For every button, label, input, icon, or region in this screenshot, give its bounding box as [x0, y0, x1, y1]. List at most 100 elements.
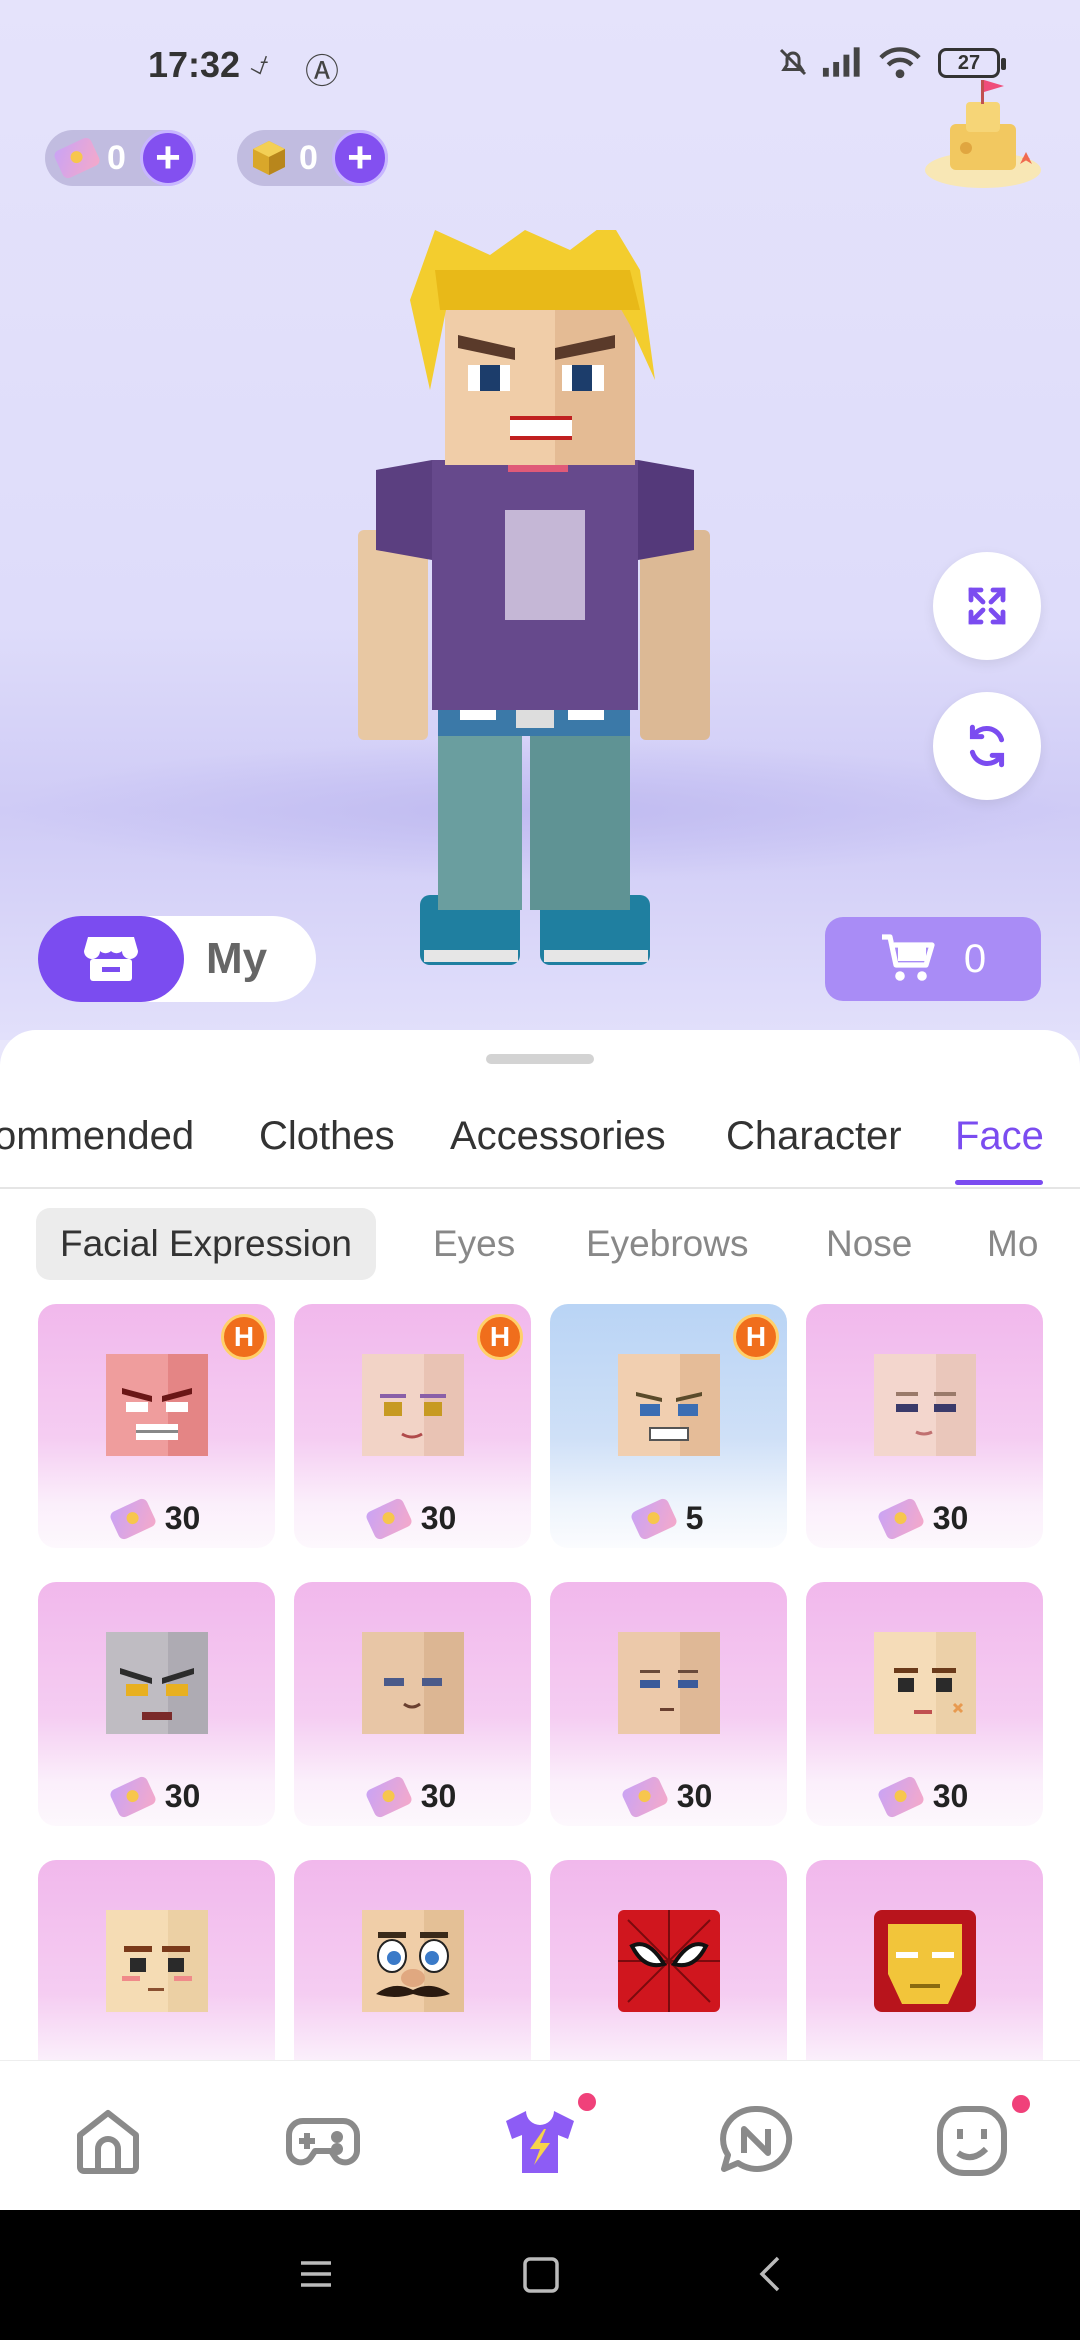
- iron-mask-face-icon: [874, 1910, 976, 2012]
- nav-messages[interactable]: [716, 2101, 796, 2181]
- shirt-icon: [506, 2111, 574, 2173]
- store-icon: [84, 937, 138, 981]
- item-price: 30: [806, 1774, 1043, 1819]
- tab-divider: [0, 1187, 1080, 1189]
- face-item-card[interactable]: 30: [38, 1582, 275, 1826]
- subcategory-tabs: Facial Expression Eyes Eyebrows Nose Mo: [0, 1208, 1080, 1288]
- fullscreen-button[interactable]: [933, 552, 1041, 660]
- cart-count: 0: [963, 936, 987, 981]
- tan-bandage-face-icon: [874, 1632, 976, 1734]
- cart-icon: [881, 934, 935, 981]
- ticket-icon: [108, 1774, 158, 1819]
- item-price: 30: [550, 1774, 787, 1819]
- face-item-card[interactable]: 30: [806, 1304, 1043, 1548]
- tan-smile-face-icon: [362, 1632, 464, 1734]
- back-icon: [759, 2256, 780, 2292]
- spider-mask-face-icon: [618, 1910, 720, 2012]
- tab-face[interactable]: Face: [955, 1114, 1044, 1159]
- item-price: 30: [38, 1774, 275, 1819]
- chat-icon: [720, 2105, 793, 2172]
- status-time: 17:32: [148, 44, 241, 85]
- tab-accessories[interactable]: Accessories: [450, 1114, 666, 1159]
- nav-home[interactable]: [68, 2101, 148, 2181]
- silent-bell-icon: [775, 44, 811, 89]
- add-cubes-button[interactable]: +: [331, 130, 388, 186]
- ticket-icon: [876, 1774, 926, 1819]
- store-tab[interactable]: [38, 916, 184, 1002]
- bottom-navigation: [0, 2060, 1080, 2210]
- vibrate-off-icon: ⍻: [250, 44, 269, 82]
- face-item-grid: H 30 H 30 H 5 30 30 30 30 30: [38, 1304, 1048, 2064]
- cube-balance: 0 +: [237, 130, 388, 186]
- avatar-character[interactable]: [340, 220, 740, 990]
- wifi-icon: [878, 44, 922, 89]
- hot-badge: H: [477, 1314, 523, 1360]
- category-tabs: ommended Clothes Accessories Character F…: [0, 1100, 1080, 1190]
- subtab-eyebrows[interactable]: Eyebrows: [586, 1208, 748, 1280]
- cart-button[interactable]: 0: [825, 917, 1041, 1001]
- grey-monster-face-icon: [106, 1632, 208, 1734]
- gamepad-icon: [286, 2118, 360, 2166]
- tab-clothes[interactable]: Clothes: [259, 1114, 395, 1159]
- subtab-eyes[interactable]: Eyes: [433, 1208, 515, 1280]
- menu-icon: [301, 2261, 331, 2287]
- tan-neutral-face-icon: [618, 1632, 720, 1734]
- face-item-card[interactable]: 30: [806, 1582, 1043, 1826]
- home-square-icon: [523, 2257, 559, 2293]
- store-my-toggle[interactable]: My: [38, 916, 316, 1002]
- ticket-icon: [629, 1496, 679, 1541]
- mustache-face-icon: [362, 1910, 464, 2012]
- app-notification-icon: Ⓐ: [305, 53, 339, 91]
- hot-badge: H: [733, 1314, 779, 1360]
- rotate-avatar-button[interactable]: [933, 692, 1041, 800]
- grin-face-icon: [618, 1354, 720, 1456]
- shop-panel: ommended Clothes Accessories Character F…: [0, 1030, 1080, 2064]
- ticket-icon: [364, 1496, 414, 1541]
- add-tickets-button[interactable]: +: [139, 130, 196, 186]
- face-item-card[interactable]: 30: [550, 1582, 787, 1826]
- angry-red-face-icon: [106, 1354, 208, 1456]
- ticket-icon: [876, 1496, 926, 1541]
- ticket-icon: [108, 1496, 158, 1541]
- hot-badge: H: [221, 1314, 267, 1360]
- ticket-balance-value: 0: [107, 138, 126, 177]
- face-item-card[interactable]: 30: [294, 1582, 531, 1826]
- avatar-stage: 17:32 ⍻ Ⓐ 27 0 + 0 + My 0: [0, 0, 1080, 1040]
- tab-recommended[interactable]: ommended: [0, 1114, 194, 1159]
- ticket-balance: 0 +: [45, 130, 196, 186]
- active-tab-indicator: [955, 1180, 1043, 1185]
- item-price: 30: [294, 1774, 531, 1819]
- item-price: 30: [38, 1496, 275, 1541]
- drag-handle[interactable]: [486, 1054, 594, 1064]
- home-icon: [77, 2110, 139, 2174]
- system-navigation-bar: [0, 2210, 1080, 2340]
- face-item-card[interactable]: [294, 1860, 531, 2064]
- notification-dot: [578, 2093, 596, 2111]
- nav-profile[interactable]: [932, 2095, 1030, 2181]
- subtab-facial-expression[interactable]: Facial Expression: [36, 1208, 377, 1280]
- cube-balance-value: 0: [299, 138, 318, 177]
- stern-blush-face-icon: [106, 1910, 208, 2012]
- face-item-card[interactable]: [38, 1860, 275, 2064]
- sandcastle-event-icon[interactable]: [918, 72, 1048, 192]
- face-item-card[interactable]: H 5: [550, 1304, 787, 1548]
- ticket-icon: [364, 1774, 414, 1819]
- item-price: 30: [294, 1496, 531, 1541]
- ticket-icon: [620, 1774, 670, 1819]
- pale-blush-face-icon: [874, 1354, 976, 1456]
- subtab-mouth[interactable]: Mo: [987, 1208, 1038, 1280]
- smiley-icon: [937, 2106, 1007, 2176]
- nav-games[interactable]: [283, 2101, 363, 2181]
- face-item-card[interactable]: H 30: [38, 1304, 275, 1548]
- pale-gold-eyes-face-icon: [362, 1354, 464, 1456]
- item-price: 5: [550, 1496, 787, 1541]
- nav-shop[interactable]: [500, 2093, 596, 2181]
- face-item-card[interactable]: [550, 1860, 787, 2064]
- subtab-nose[interactable]: Nose: [826, 1208, 912, 1280]
- my-tab[interactable]: My: [206, 934, 267, 984]
- face-item-card[interactable]: H 30: [294, 1304, 531, 1548]
- face-item-card[interactable]: [806, 1860, 1043, 2064]
- item-price: 30: [806, 1496, 1043, 1541]
- tab-character[interactable]: Character: [726, 1114, 902, 1159]
- ticket-icon: [52, 135, 102, 181]
